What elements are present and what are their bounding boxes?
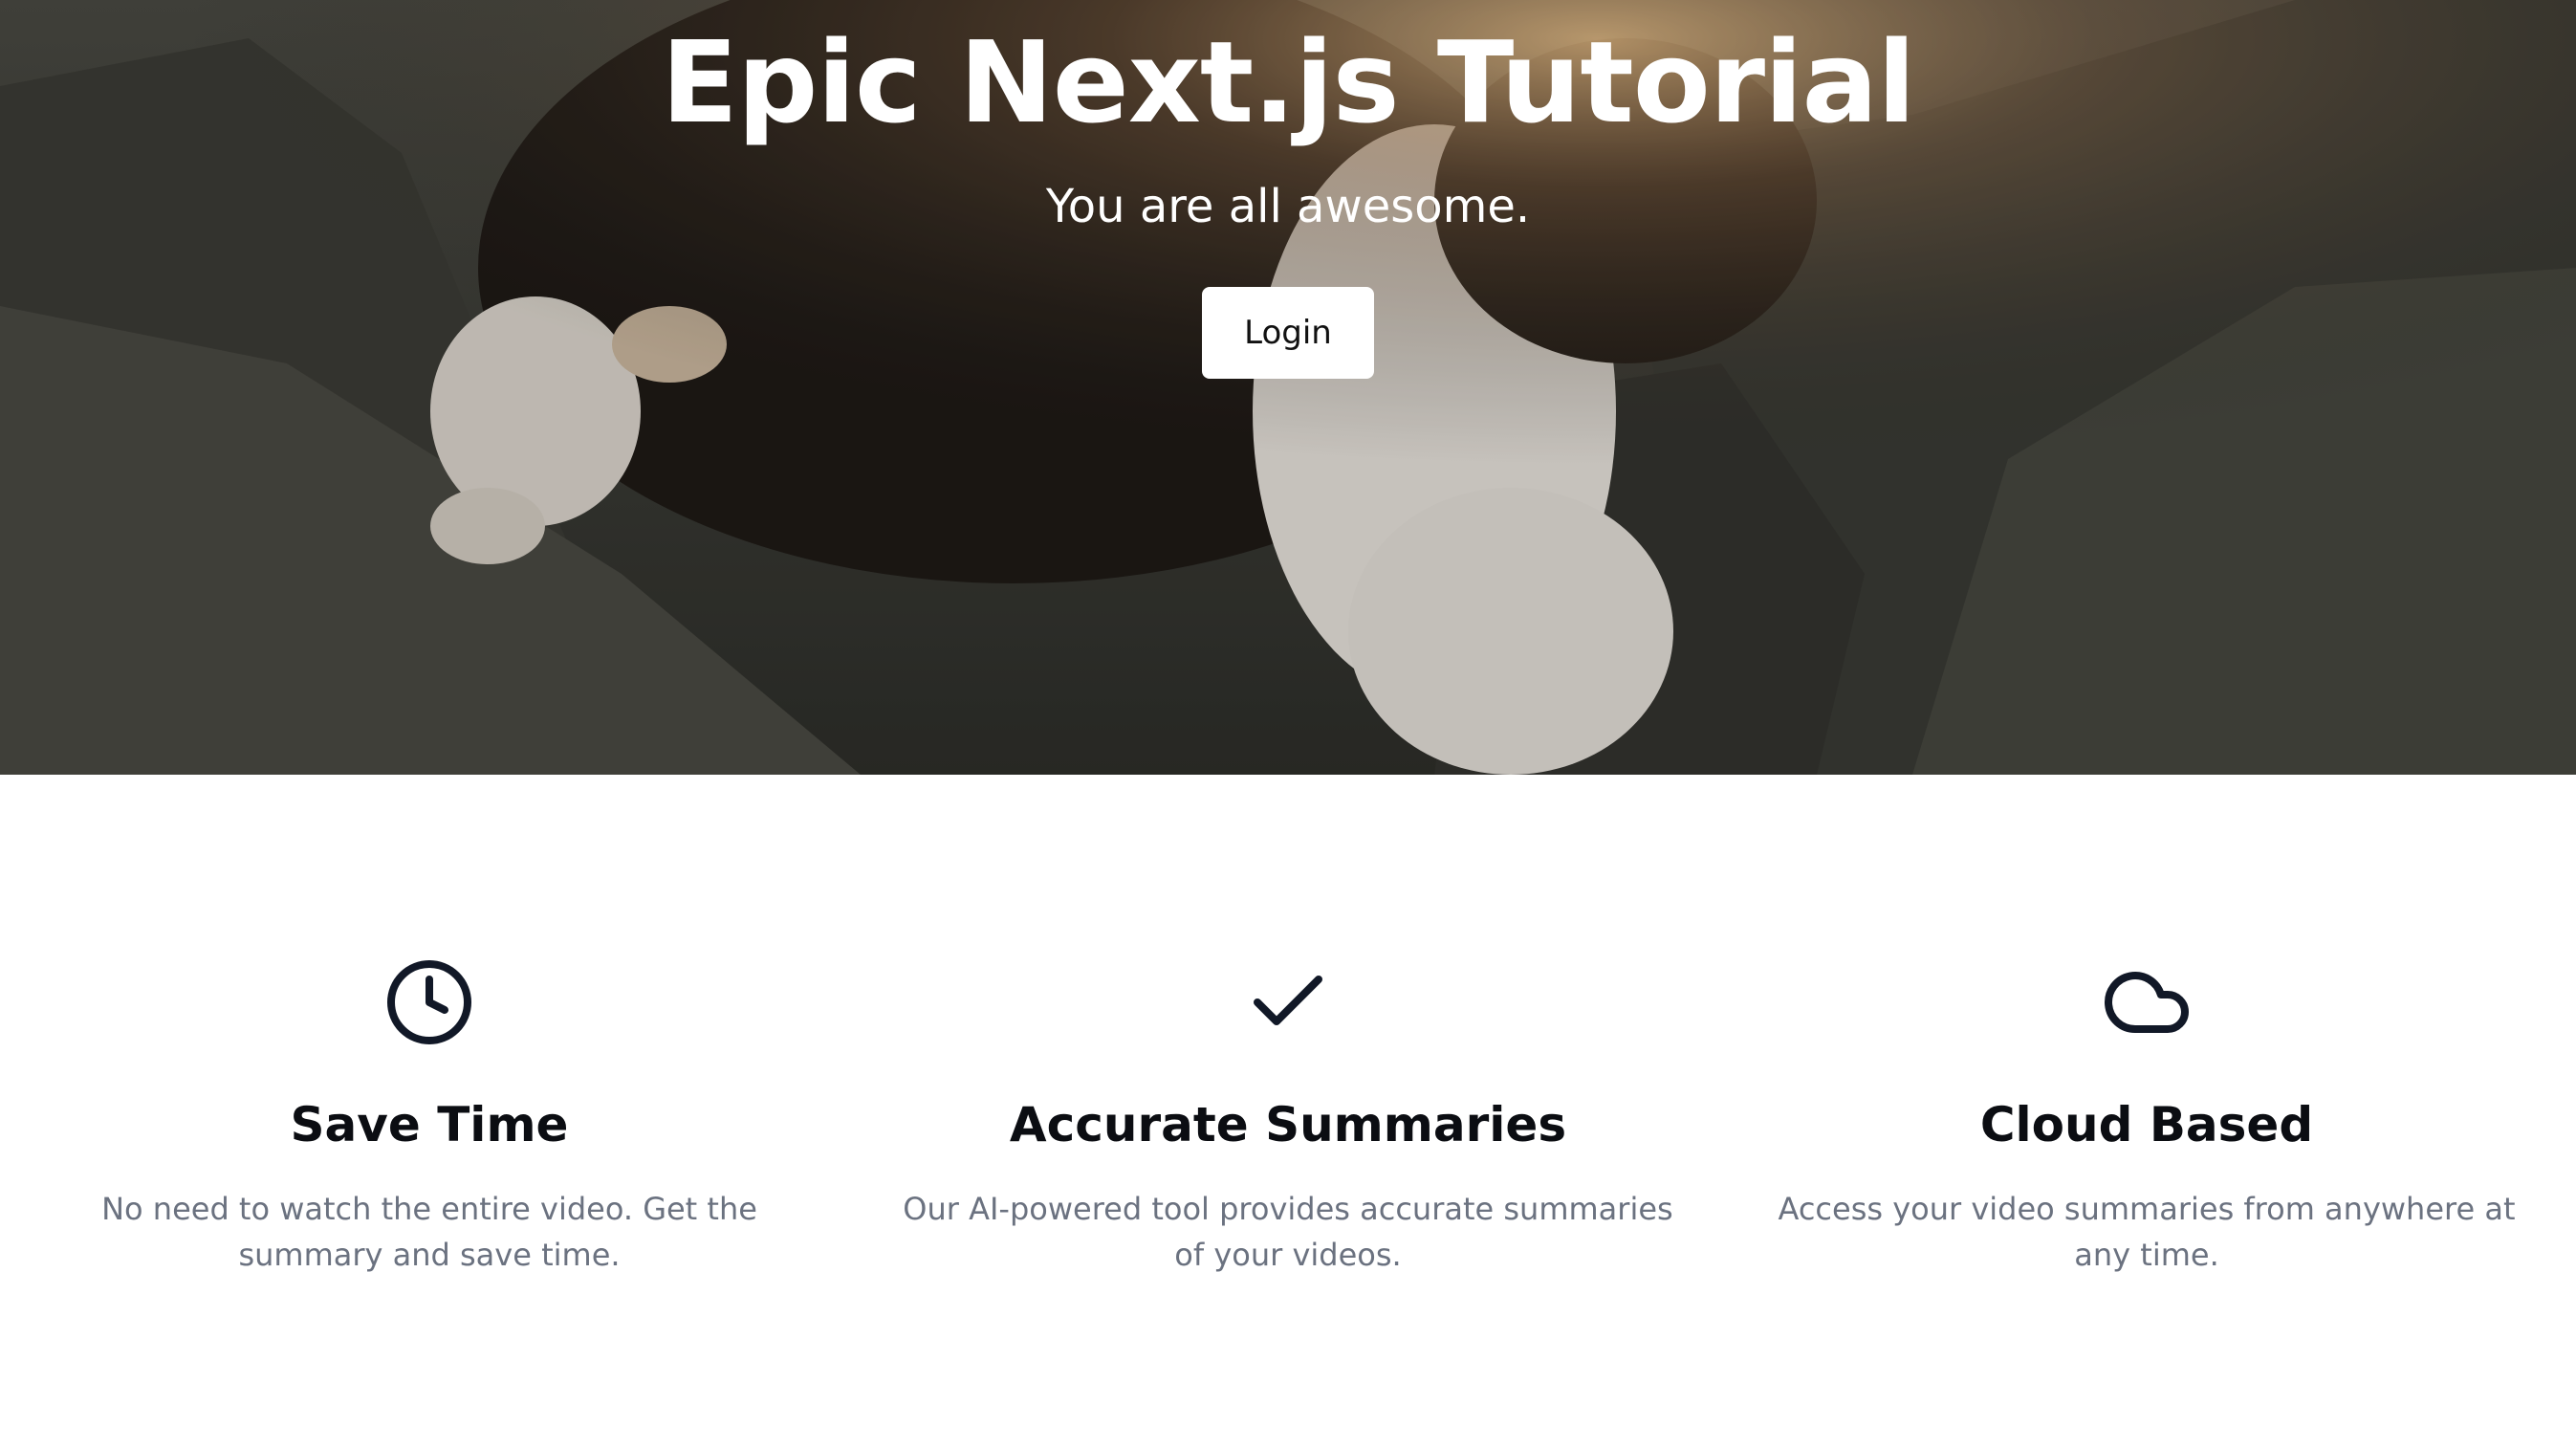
feature-title: Accurate Summaries (1009, 1097, 1567, 1152)
hero-section: Epic Next.js Tutorial You are all awesom… (0, 0, 2576, 775)
feature-description: Our AI-powered tool provides accurate su… (903, 1191, 1673, 1273)
feature-title: Cloud Based (1979, 1097, 2314, 1152)
hero-content: Epic Next.js Tutorial You are all awesom… (0, 0, 2576, 379)
cloud-icon (2105, 972, 2189, 1033)
clock-icon (387, 960, 471, 1044)
feature-description: No need to watch the entire video. Get t… (101, 1191, 757, 1273)
feature-accurate-summaries: Accurate Summaries Our AI-powered tool p… (859, 775, 1717, 1448)
features-section: Save Time No need to watch the entire vi… (0, 775, 2576, 1448)
check-icon (1254, 976, 1322, 1025)
hero-subtitle: You are all awesome. (1045, 180, 1531, 233)
feature-save-time: Save Time No need to watch the entire vi… (0, 775, 859, 1448)
login-button[interactable]: Login (1202, 287, 1374, 379)
hero-title: Epic Next.js Tutorial (661, 16, 1915, 148)
feature-description: Access your video summaries from anywher… (1778, 1191, 2516, 1273)
feature-cloud-based: Cloud Based Access your video summaries … (1717, 775, 2576, 1448)
feature-title: Save Time (290, 1097, 569, 1152)
